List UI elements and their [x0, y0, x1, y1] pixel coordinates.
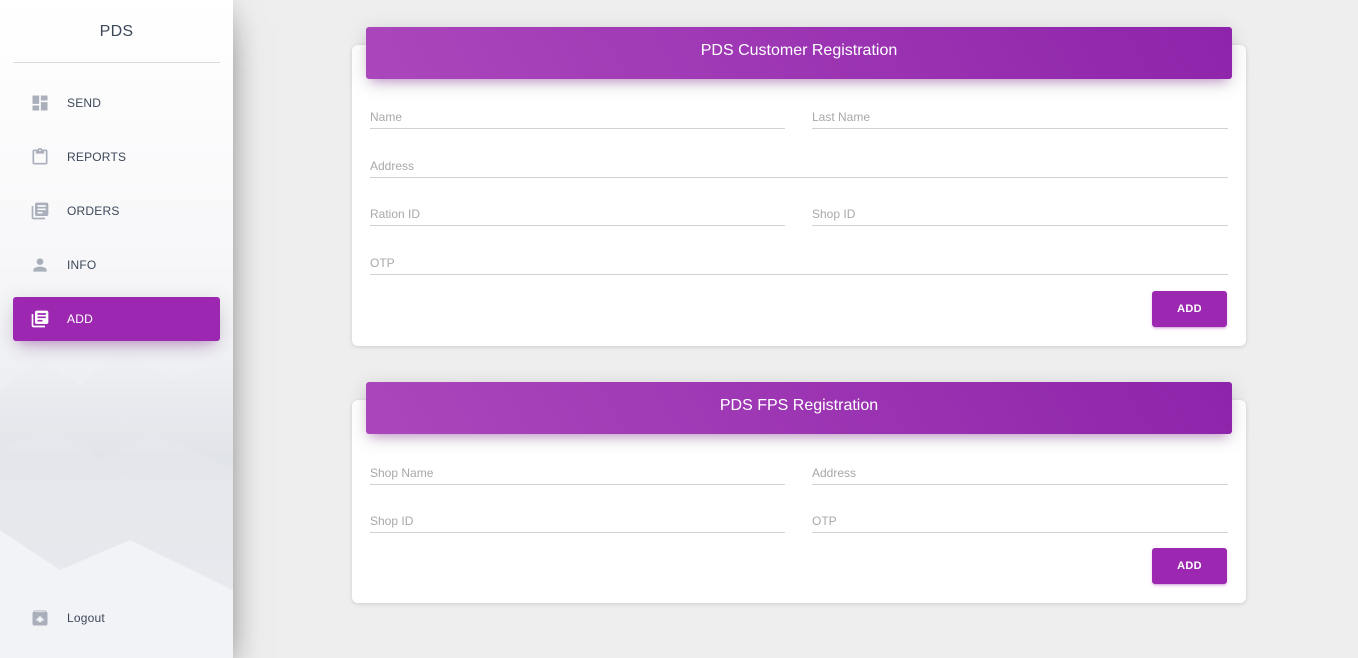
- otp-field: [370, 249, 1228, 275]
- library-books-icon: [30, 309, 50, 329]
- sidebar-item-label: INFO: [67, 258, 97, 272]
- fps-registration-card: PDS FPS Registration ADD: [352, 382, 1246, 603]
- logout-label: Logout: [67, 611, 105, 625]
- ration-id-input[interactable]: [370, 200, 785, 225]
- brand-title[interactable]: PDS: [13, 0, 220, 63]
- fps-registration-title: PDS FPS Registration: [366, 382, 1232, 434]
- last-name-field: [812, 103, 1228, 129]
- sidebar-item-label: ADD: [67, 312, 93, 326]
- fps-shop-id-field: [370, 507, 785, 533]
- sidebar-item-label: ORDERS: [67, 204, 120, 218]
- address-input[interactable]: [370, 152, 1228, 177]
- fps-otp-input[interactable]: [812, 507, 1228, 532]
- shop-name-input[interactable]: [370, 459, 785, 484]
- sidebar: PDS SEND REPORTS ORDERS INFO ADD Logout: [0, 0, 233, 658]
- shop-name-field: [370, 459, 785, 485]
- sidebar-item-label: REPORTS: [67, 150, 127, 164]
- fps-address-field: [812, 459, 1228, 485]
- shop-id-field: [812, 200, 1228, 226]
- sidebar-item-send[interactable]: SEND: [13, 81, 220, 125]
- fps-shop-id-input[interactable]: [370, 507, 785, 532]
- fps-address-input[interactable]: [812, 459, 1228, 484]
- logout-button[interactable]: Logout: [13, 596, 220, 640]
- customer-registration-card: PDS Customer Registration ADD: [352, 27, 1246, 346]
- sidebar-item-info[interactable]: INFO: [13, 243, 220, 287]
- unarchive-icon: [30, 608, 50, 628]
- sidebar-item-add[interactable]: ADD: [13, 297, 220, 341]
- name-input[interactable]: [370, 103, 785, 128]
- fps-otp-field: [812, 507, 1228, 533]
- add-fps-button[interactable]: ADD: [1152, 548, 1227, 584]
- address-field: [370, 152, 1228, 178]
- person-icon: [30, 255, 50, 275]
- name-field: [370, 103, 785, 129]
- otp-input[interactable]: [370, 249, 1228, 274]
- clipboard-icon: [30, 147, 50, 167]
- sidebar-item-orders[interactable]: ORDERS: [13, 189, 220, 233]
- ration-id-field: [370, 200, 785, 226]
- last-name-input[interactable]: [812, 103, 1228, 128]
- add-customer-button[interactable]: ADD: [1152, 291, 1227, 327]
- sidebar-item-reports[interactable]: REPORTS: [13, 135, 220, 179]
- shop-id-input[interactable]: [812, 200, 1228, 225]
- dashboard-icon: [30, 93, 50, 113]
- customer-registration-title: PDS Customer Registration: [366, 27, 1232, 79]
- sidebar-item-label: SEND: [67, 96, 102, 110]
- library-books-icon: [30, 201, 50, 221]
